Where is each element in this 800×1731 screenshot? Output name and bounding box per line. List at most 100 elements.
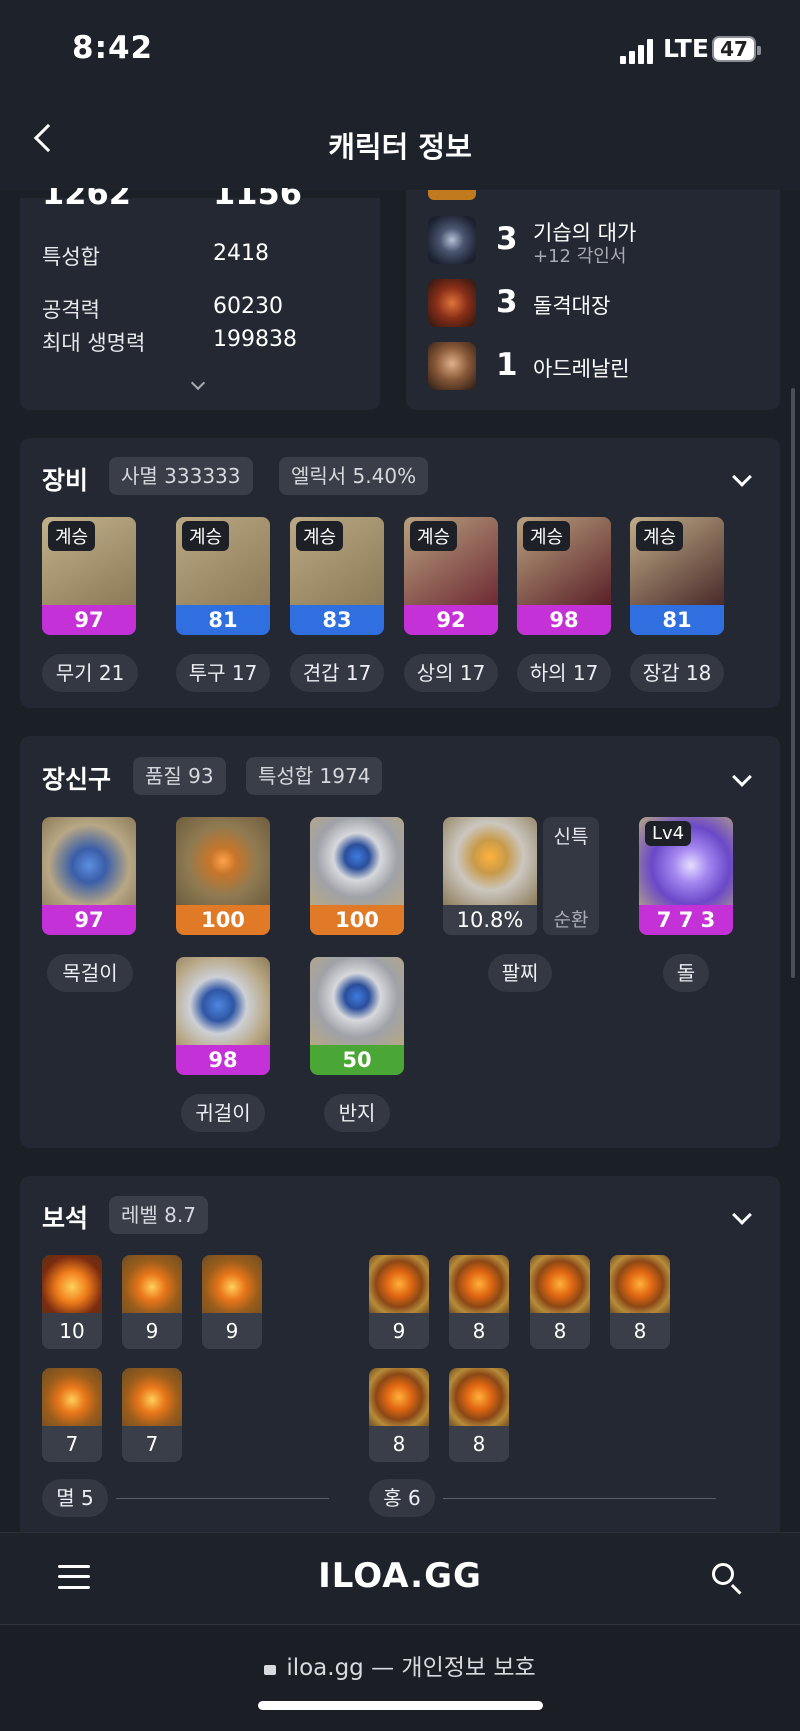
engraving-ambush-icon <box>428 216 476 264</box>
privacy-note: — 개인정보 보호 <box>363 1655 536 1681</box>
gem-slot[interactable]: 9 <box>369 1255 429 1349</box>
gem-level: 7 <box>145 1432 159 1456</box>
gem-level: 8 <box>392 1432 406 1456</box>
gem-slot[interactable]: 10 <box>42 1255 102 1349</box>
equipment-label: 무기 21 <box>42 654 138 692</box>
stone-level-badge: Lv4 <box>645 821 692 846</box>
accessory-label: 귀걸이 <box>181 1094 265 1132</box>
quality-bar: 97 <box>42 905 136 935</box>
stone-value: 7 7 3 <box>639 905 733 935</box>
stat-value: 2418 <box>213 241 269 266</box>
ring-card[interactable]: 50 <box>310 957 404 1075</box>
home-indicator[interactable] <box>258 1701 543 1710</box>
equipment-card-weapon[interactable]: 97 계승 <box>42 517 136 635</box>
engraving-sub: +12 각인서 <box>533 246 627 267</box>
gem-level: 8 <box>472 1319 486 1343</box>
gem-level: 8 <box>472 1432 486 1456</box>
accessory-label: 목걸이 <box>47 954 133 992</box>
quality-bar: 81 <box>176 605 270 635</box>
gem-level: 9 <box>392 1319 406 1343</box>
ability-stone-card[interactable]: 7 7 3 Lv4 <box>639 817 733 935</box>
stat-value: 60230 <box>213 294 283 319</box>
equipment-chip: 엘릭서 5.40% <box>279 457 429 495</box>
earring-card[interactable]: 98 <box>176 957 270 1075</box>
gem-slot[interactable]: 8 <box>530 1255 590 1349</box>
quality-bar: 98 <box>176 1045 270 1075</box>
accessories-chip: 품질 93 <box>133 757 226 795</box>
gem-slot[interactable]: 9 <box>122 1255 182 1349</box>
gem-slot[interactable]: 8 <box>449 1368 509 1462</box>
bracelet-effect: 순환 <box>553 909 589 931</box>
bracelet-value: 10.8% <box>443 905 537 935</box>
quality-bar: 98 <box>517 605 611 635</box>
equipment-label: 하의 17 <box>517 654 611 692</box>
gem-group-label: 멸 5 <box>42 1479 108 1517</box>
quality-bar: 97 <box>42 605 136 635</box>
gem-level: 10 <box>59 1319 85 1343</box>
equipment-label: 투구 17 <box>176 654 270 692</box>
quality-bar: 100 <box>176 905 270 935</box>
gem-level: 8 <box>633 1319 647 1343</box>
inherit-badge: 계승 <box>636 521 684 551</box>
necklace-card[interactable]: 97 <box>42 817 136 935</box>
engraving-partial-icon <box>428 190 476 200</box>
ring-card[interactable]: 100 <box>310 817 404 935</box>
engraving-name: 돌격대장 <box>533 294 611 318</box>
signal-icon <box>620 38 654 64</box>
engraving-raid-captain-icon <box>428 279 476 327</box>
accessory-label: 반지 <box>324 1094 390 1132</box>
gems-chip: 레벨 8.7 <box>109 1196 208 1234</box>
equipment-card-top[interactable]: 92 계승 <box>404 517 498 635</box>
lock-icon <box>264 1665 277 1675</box>
gem-slot[interactable]: 7 <box>42 1368 102 1462</box>
equipment-card-shoulder[interactable]: 83 계승 <box>290 517 384 635</box>
equipment-label: 상의 17 <box>404 654 498 692</box>
stat-label: 최대 생명력 <box>42 331 146 355</box>
url-display[interactable]: iloa.gg — 개인정보 보호 <box>0 1648 800 1682</box>
gem-level: 7 <box>65 1432 79 1456</box>
earring-card[interactable]: 100 <box>176 817 270 935</box>
gem-slot[interactable]: 8 <box>449 1255 509 1349</box>
inherit-badge: 계승 <box>523 521 571 551</box>
quality-bar: 83 <box>290 605 384 635</box>
gem-level: 9 <box>225 1319 239 1343</box>
stat-value: 199838 <box>213 327 297 352</box>
gems-title: 보석 <box>42 1204 89 1233</box>
url-text: iloa.gg <box>286 1655 364 1681</box>
quality-bar: 100 <box>310 905 404 935</box>
status-time: 8:42 <box>72 30 154 66</box>
stat-label: 공격력 <box>42 298 100 322</box>
accessory-label: 팔찌 <box>488 954 552 992</box>
search-icon[interactable] <box>712 1563 734 1585</box>
gem-level: 9 <box>145 1319 159 1343</box>
gem-slot[interactable]: 7 <box>122 1368 182 1462</box>
inherit-badge: 계승 <box>296 521 344 551</box>
battery-icon: 47 <box>712 36 761 62</box>
inherit-badge: 계승 <box>410 521 458 551</box>
gem-slot[interactable]: 8 <box>369 1368 429 1462</box>
quality-bar: 50 <box>310 1045 404 1075</box>
equipment-title: 장비 <box>42 466 89 495</box>
inherit-badge: 계승 <box>48 521 96 551</box>
accessories-chip: 특성합 1974 <box>246 757 383 795</box>
inherit-badge: 계승 <box>182 521 230 551</box>
site-logo[interactable]: ILOA.GG <box>0 1556 800 1596</box>
equipment-card-gloves[interactable]: 81 계승 <box>630 517 724 635</box>
gem-level: 8 <box>553 1319 567 1343</box>
scrollbar[interactable] <box>791 388 795 978</box>
equipment-card-pants[interactable]: 98 계승 <box>517 517 611 635</box>
accessories-title: 장신구 <box>42 765 112 794</box>
bracelet-card[interactable]: 10.8% <box>443 817 537 935</box>
gem-slot[interactable]: 9 <box>202 1255 262 1349</box>
equipment-card-helmet[interactable]: 81 계승 <box>176 517 270 635</box>
engraving-name: 아드레날린 <box>533 357 630 381</box>
engraving-level: 3 <box>496 284 518 320</box>
accessories-panel <box>20 736 780 1148</box>
engraving-level: 3 <box>496 221 518 257</box>
gem-slot[interactable]: 8 <box>610 1255 670 1349</box>
equipment-label: 견갑 17 <box>290 654 384 692</box>
equipment-chip: 사멸 333333 <box>109 457 253 495</box>
equipment-label: 장갑 18 <box>630 654 724 692</box>
divider <box>116 1498 329 1499</box>
engraving-adrenaline-icon <box>428 342 476 390</box>
